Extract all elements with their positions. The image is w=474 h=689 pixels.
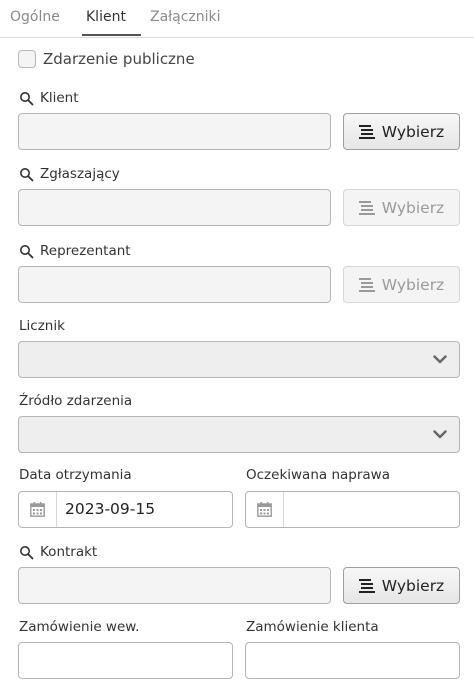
public-event-label: Zdarzenie publiczne bbox=[43, 50, 195, 68]
search-icon bbox=[20, 244, 34, 258]
received-date-label: Data otrzymania bbox=[19, 467, 132, 483]
public-event-checkbox[interactable] bbox=[18, 50, 36, 68]
event-source-label: Źródło zdarzenia bbox=[19, 393, 133, 409]
received-date-field[interactable]: 2023-09-15 bbox=[18, 491, 233, 528]
search-icon bbox=[20, 545, 34, 559]
reporter-label: Zgłaszający bbox=[40, 166, 120, 182]
client-select-button[interactable]: Wybierz bbox=[343, 113, 460, 150]
tab-client[interactable]: Klient bbox=[86, 8, 126, 26]
client-label: Klient bbox=[40, 90, 79, 106]
list-icon bbox=[358, 578, 375, 593]
contract-select-label: Wybierz bbox=[381, 576, 445, 595]
reporter-label-row: Zgłaszający bbox=[19, 165, 120, 183]
contract-input[interactable] bbox=[18, 567, 331, 604]
client-order-label: Zamówienie klienta bbox=[246, 619, 379, 635]
tab-general[interactable]: Ogólne bbox=[10, 8, 60, 26]
counter-label: Licznik bbox=[19, 318, 65, 334]
representative-input[interactable] bbox=[18, 266, 331, 303]
representative-select-label: Wybierz bbox=[381, 275, 445, 294]
search-icon bbox=[20, 91, 34, 105]
expected-repair-label: Oczekiwana naprawa bbox=[246, 467, 390, 483]
public-event-row[interactable]: Zdarzenie publiczne bbox=[18, 49, 195, 69]
chevron-down-icon bbox=[433, 430, 447, 439]
expected-repair-value[interactable] bbox=[284, 492, 292, 527]
active-tab-indicator bbox=[82, 34, 141, 36]
list-icon bbox=[358, 277, 375, 292]
search-icon bbox=[20, 167, 34, 181]
received-date-value[interactable]: 2023-09-15 bbox=[57, 492, 155, 527]
tab-attachments[interactable]: Załączniki bbox=[150, 8, 221, 26]
calendar-icon[interactable] bbox=[19, 492, 57, 527]
contract-label-row: Kontrakt bbox=[19, 543, 97, 561]
reporter-input[interactable] bbox=[18, 189, 331, 226]
list-icon bbox=[358, 200, 375, 215]
representative-select-button: Wybierz bbox=[343, 266, 460, 303]
client-label-row: Klient bbox=[19, 89, 79, 107]
internal-order-label: Zamówienie wew. bbox=[19, 619, 140, 635]
calendar-icon[interactable] bbox=[246, 492, 284, 527]
tab-bar: Ogólne Klient Załączniki bbox=[0, 0, 474, 38]
representative-label: Reprezentant bbox=[40, 243, 131, 259]
expected-repair-field[interactable] bbox=[245, 491, 460, 528]
reporter-select-label: Wybierz bbox=[381, 198, 445, 217]
list-icon bbox=[358, 124, 375, 139]
client-select-label: Wybierz bbox=[381, 122, 445, 141]
chevron-down-icon bbox=[433, 355, 447, 364]
representative-label-row: Reprezentant bbox=[19, 242, 131, 260]
contract-label: Kontrakt bbox=[40, 544, 98, 560]
counter-select[interactable] bbox=[18, 341, 460, 378]
client-order-input[interactable] bbox=[245, 642, 460, 679]
client-input[interactable] bbox=[18, 113, 331, 150]
contract-select-button[interactable]: Wybierz bbox=[343, 567, 460, 604]
event-source-select[interactable] bbox=[18, 416, 460, 453]
reporter-select-button: Wybierz bbox=[343, 189, 460, 226]
internal-order-input[interactable] bbox=[18, 642, 233, 679]
